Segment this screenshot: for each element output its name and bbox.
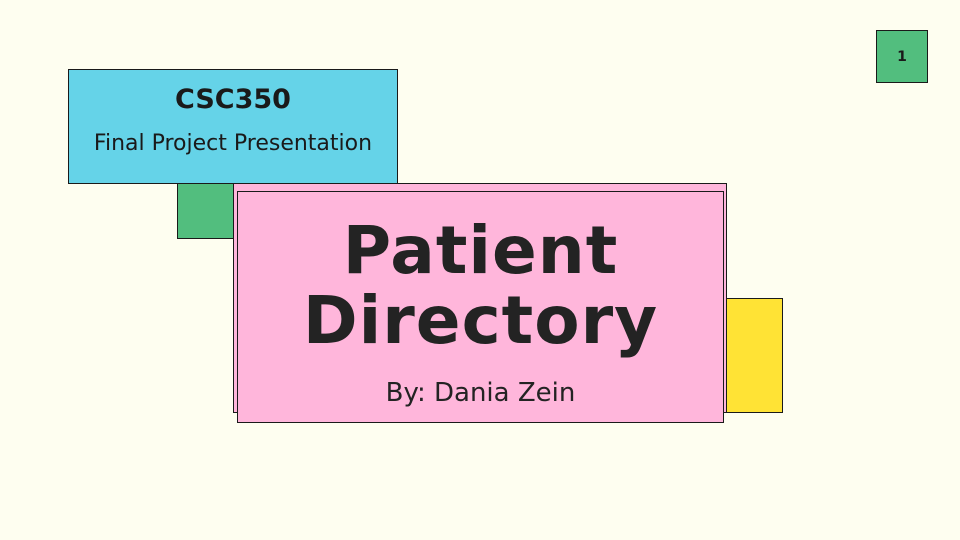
title-box: Patient Directory By: Dania Zein (237, 191, 724, 423)
presentation-title: Patient Directory (238, 216, 723, 356)
course-info-box: CSC350 Final Project Presentation (68, 69, 398, 184)
decorative-yellow-block (722, 298, 783, 413)
title-line-2: Directory (302, 282, 659, 359)
page-number-badge: 1 (876, 30, 928, 83)
decorative-green-block (177, 183, 237, 239)
page-number: 1 (897, 48, 907, 65)
course-subtitle: Final Project Presentation (93, 131, 373, 156)
author-byline: By: Dania Zein (385, 378, 576, 408)
title-line-1: Patient (342, 212, 619, 289)
title-slide: CSC350 Final Project Presentation Patien… (0, 0, 960, 540)
course-code: CSC350 (175, 84, 291, 115)
